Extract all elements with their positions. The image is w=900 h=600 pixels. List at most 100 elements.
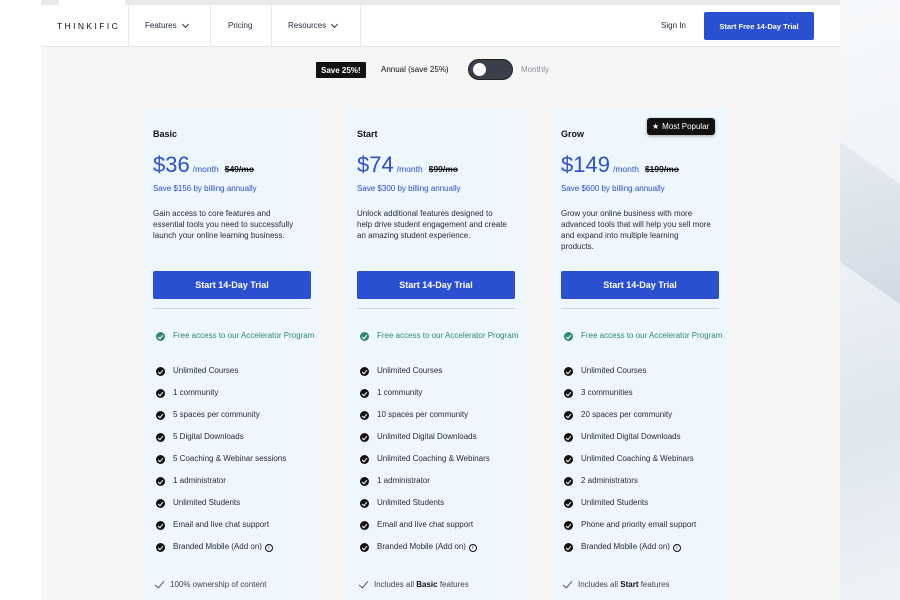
plan-name: Grow: [561, 129, 585, 139]
sign-in-link[interactable]: Sign In: [661, 21, 686, 30]
start-trial-button[interactable]: Start 14-Day Trial: [561, 271, 719, 299]
info-icon[interactable]: i: [264, 544, 273, 552]
check-circle-icon: [360, 389, 369, 398]
top-navigation: THINKIFIC Features Pricing Resources Sig…: [41, 5, 840, 47]
feature-label: Unlimited Coaching & Webinars: [377, 454, 490, 463]
feature-item: Unlimited Students: [357, 497, 522, 519]
start-trial-button[interactable]: Start 14-Day Trial: [357, 271, 515, 299]
most-popular-badge: ★ Most Popular: [647, 118, 716, 135]
feature-item: Unlimited Students: [153, 497, 318, 519]
nav-resources[interactable]: Resources: [288, 20, 339, 30]
feature-label: 1 administrator: [377, 476, 430, 485]
background-decoration: [840, 0, 900, 600]
divider: [561, 308, 719, 309]
feature-label: Branded Mobile (Add on): [173, 542, 262, 551]
plan-card-grow: ★ Most Popular Grow $149 /month $199/mo …: [550, 107, 730, 600]
feature-label: 10 spaces per community: [377, 410, 469, 419]
nav-resources-label: Resources: [288, 21, 327, 30]
toggle-knob: [473, 63, 486, 76]
info-icon[interactable]: i: [468, 544, 477, 552]
info-icon[interactable]: i: [672, 544, 681, 552]
check-circle-icon: [360, 367, 369, 376]
plan-name: Basic: [153, 129, 178, 139]
extra-plan-name: Start: [620, 580, 639, 589]
price-period: /month: [612, 164, 639, 174]
check-circle-icon: [156, 477, 165, 486]
feature-label: Unlimited Students: [377, 498, 445, 507]
feature-item: 3 communities: [561, 387, 726, 409]
feature-label: 1 community: [377, 388, 423, 397]
feature-item[interactable]: Free access to our Accelerator Program: [561, 330, 726, 365]
billing-toggle-row: Save 25%! Annual (save 25%) Monthly: [41, 59, 840, 81]
feature-label: 1 administrator: [173, 476, 226, 485]
feature-list: Free access to our Accelerator Program U…: [357, 330, 522, 563]
feature-item: 1 community: [357, 387, 522, 409]
feature-item[interactable]: Free access to our Accelerator Program: [357, 330, 522, 365]
start-free-trial-button[interactable]: Start Free 14-Day Trial: [704, 12, 814, 40]
feature-item: 1 community: [153, 387, 318, 409]
feature-item: Email and live chat support: [153, 519, 318, 541]
feature-item: Unlimited Courses: [561, 365, 726, 387]
annual-label[interactable]: Annual (save 25%): [381, 65, 449, 74]
check-circle-icon: [156, 499, 165, 508]
feature-item: 5 Digital Downloads: [153, 431, 318, 453]
feature-label: Phone and priority email support: [581, 520, 697, 529]
check-circle-icon: [156, 543, 165, 552]
nav-features[interactable]: Features: [145, 20, 189, 30]
feature-label: Unlimited Courses: [581, 366, 647, 375]
check-circle-icon: [360, 455, 369, 464]
feature-label: Branded Mobile (Add on): [377, 542, 466, 551]
feature-item: Unlimited Courses: [357, 365, 522, 387]
feature-item: Unlimited Digital Downloads: [357, 431, 522, 453]
original-price: $99/mo: [428, 164, 459, 174]
divider: [153, 308, 311, 309]
check-circle-icon: [156, 433, 165, 442]
extra-text: 100% ownership of content: [170, 580, 267, 589]
feature-item: 1 administrator: [153, 475, 318, 497]
nav-pricing[interactable]: Pricing: [228, 21, 252, 30]
left-margin: [0, 0, 41, 600]
feature-item: Branded Mobile (Add on) i: [561, 541, 726, 563]
extra-text: Includes all: [578, 580, 621, 589]
original-price: $49/mo: [224, 164, 255, 174]
price-row: $74 /month $99/mo: [357, 152, 458, 178]
extra-plan-name: Basic: [416, 580, 438, 589]
plan-description: Unlock additional features designed to h…: [357, 209, 507, 240]
feature-label: 5 Digital Downloads: [173, 432, 244, 441]
feature-label: Email and live chat support: [377, 520, 474, 529]
feature-item[interactable]: Free access to our Accelerator Program: [153, 330, 318, 365]
check-circle-icon: [156, 367, 165, 376]
billing-period-toggle[interactable]: [468, 59, 513, 80]
feature-item: 5 spaces per community: [153, 409, 318, 431]
check-circle-icon: [156, 521, 165, 530]
feature-item: 2 administrators: [561, 475, 726, 497]
check-circle-icon: [564, 477, 573, 486]
check-circle-icon: [564, 543, 573, 552]
check-circle-icon: [564, 521, 573, 530]
feature-label: Free access to our Accelerator Program: [377, 331, 519, 340]
annual-savings: Save $156 by billing annually: [153, 184, 257, 193]
check-circle-icon: [156, 389, 165, 398]
start-trial-button[interactable]: Start 14-Day Trial: [153, 271, 311, 299]
feature-item: 5 Coaching & Webinar sessions: [153, 453, 318, 475]
extra-feature-label: Includes all Basic features: [374, 580, 469, 589]
thinkific-logo[interactable]: THINKIFIC: [57, 21, 120, 31]
feature-label: 5 spaces per community: [173, 410, 260, 419]
feature-label: 3 communities: [581, 388, 633, 397]
extra-feature: Includes all Start features: [562, 577, 670, 589]
feature-label: Free access to our Accelerator Program: [173, 331, 315, 340]
feature-item: 10 spaces per community: [357, 409, 522, 431]
check-circle-icon: [564, 433, 573, 442]
divider: [357, 308, 515, 309]
extra-feature: Includes all Basic features: [358, 577, 469, 589]
nav-separator: [210, 5, 211, 47]
extra-feature-label: 100% ownership of content: [170, 580, 267, 589]
feature-item: Unlimited Coaching & Webinars: [561, 453, 726, 475]
monthly-label[interactable]: Monthly: [521, 65, 549, 74]
annual-savings: Save $600 by billing annually: [561, 184, 665, 193]
feature-label: Email and live chat support: [173, 520, 270, 529]
price-row: $36 /month $49/mo: [153, 152, 254, 178]
pricing-page: THINKIFIC Features Pricing Resources Sig…: [41, 0, 840, 600]
feature-item: Unlimited Coaching & Webinars: [357, 453, 522, 475]
feature-label: 2 administrators: [581, 476, 638, 485]
